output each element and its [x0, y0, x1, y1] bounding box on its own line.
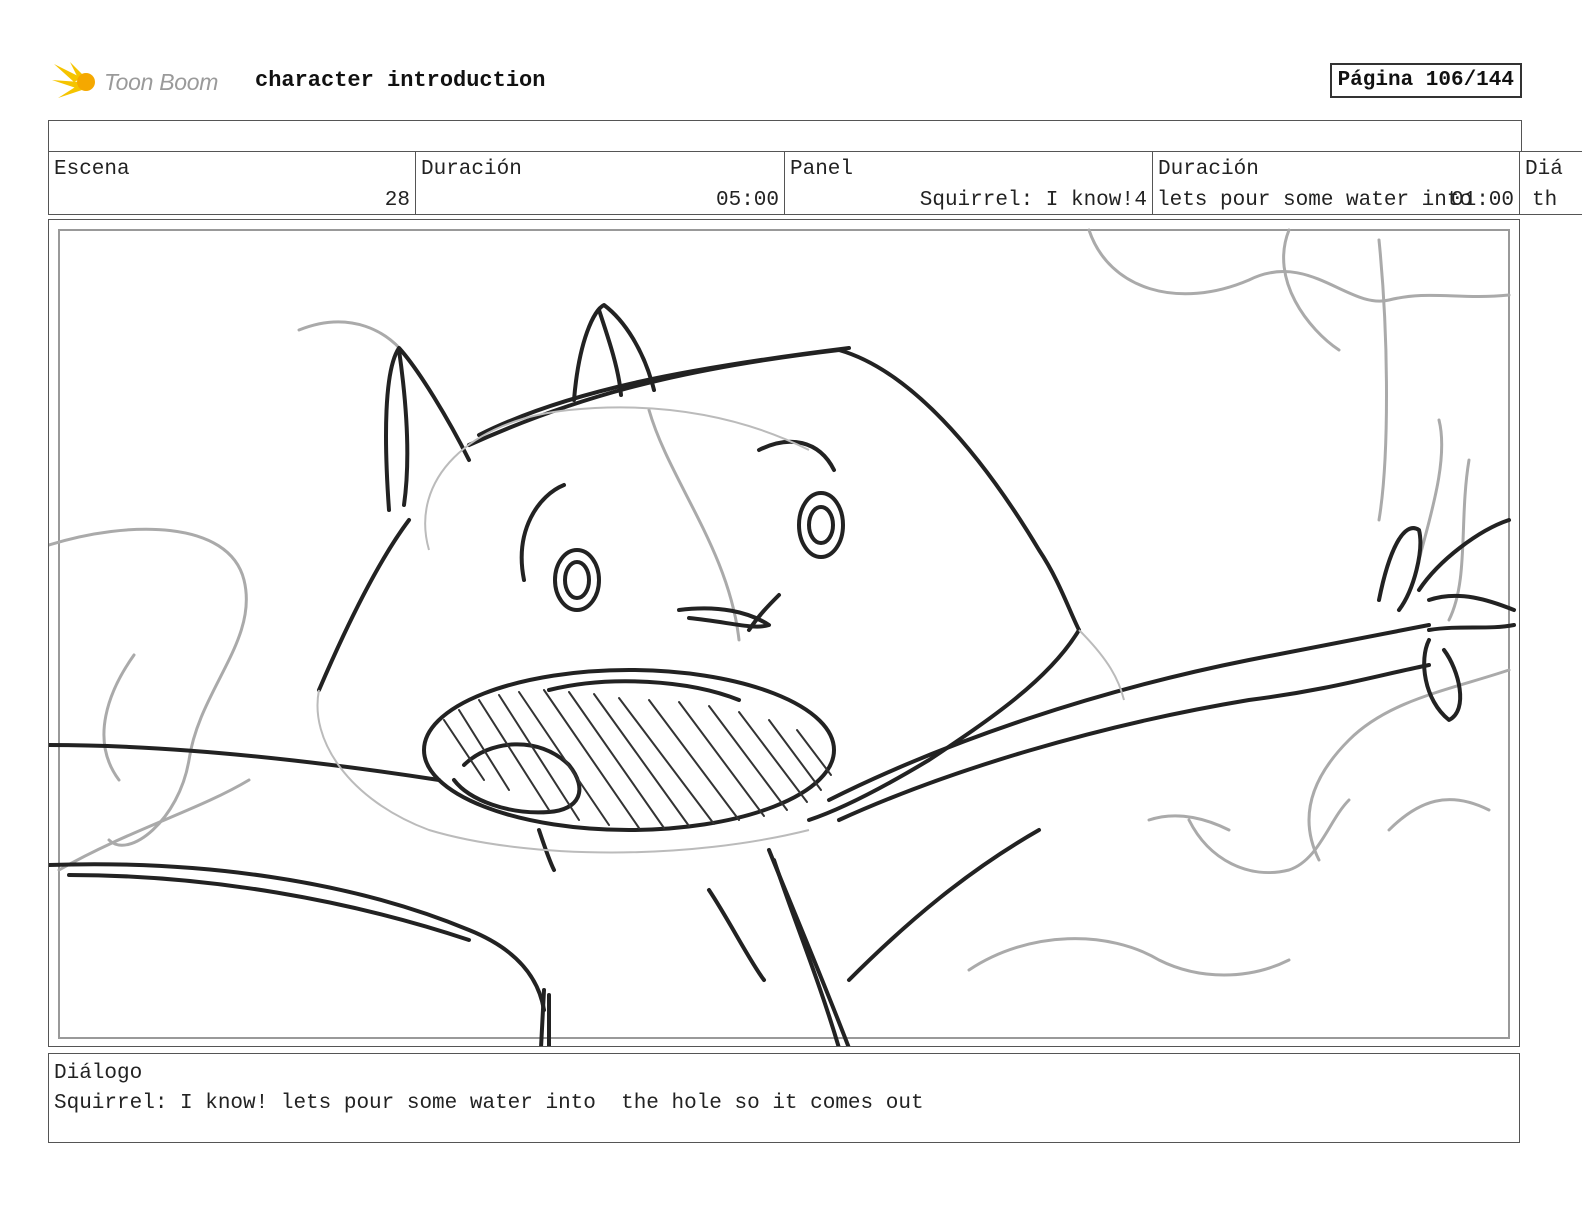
- page-number: Página 106/144: [1329, 63, 1522, 98]
- scene-duration-label: Duración: [421, 158, 522, 181]
- panel-duration-label: Duración: [1158, 158, 1259, 181]
- dialog-label-cut: Diá: [1525, 158, 1563, 181]
- panel-duration-overlap-text: lets pour some water into: [1157, 189, 1473, 212]
- toon-boom-logo: Toon Boom: [52, 58, 218, 106]
- document-title: character introduction: [255, 68, 546, 93]
- logo-wordmark: Toon Boom: [104, 68, 219, 95]
- scene-cell: Escena 28: [48, 152, 415, 214]
- dialog-label: Diálogo: [54, 1062, 143, 1085]
- scene-label: Escena: [54, 158, 130, 181]
- storyboard-panel: [48, 219, 1520, 1047]
- squirrel-sketch: [49, 228, 1516, 1046]
- header-strip: [48, 120, 1522, 152]
- panel-value: 4: [1134, 189, 1147, 212]
- panel-label: Panel: [790, 158, 854, 181]
- panel-overlap-text: Squirrel: I know!: [919, 189, 1134, 212]
- scene-value: 28: [384, 189, 410, 212]
- panel-info-row: Escena 28 Duración 05:00 Panel Squirrel:…: [48, 151, 1582, 215]
- panel-cell: Panel Squirrel: I know! 4: [784, 152, 1152, 214]
- scene-duration-value: 05:00: [715, 189, 779, 212]
- dialog-box: Diálogo Squirrel: I know! lets pour some…: [48, 1053, 1520, 1143]
- dialog-text: Squirrel: I know! lets pour some water i…: [54, 1092, 924, 1115]
- dialog-cell-cut: Diá th: [1520, 152, 1582, 214]
- sun-burst-icon: [52, 62, 95, 98]
- panel-duration-cell: Duración lets pour some water into 01:00: [1152, 152, 1520, 214]
- dialog-text-cut: th: [1532, 189, 1558, 212]
- panel-duration-value: 01:00: [1450, 189, 1514, 212]
- scene-duration-cell: Duración 05:00: [415, 152, 784, 214]
